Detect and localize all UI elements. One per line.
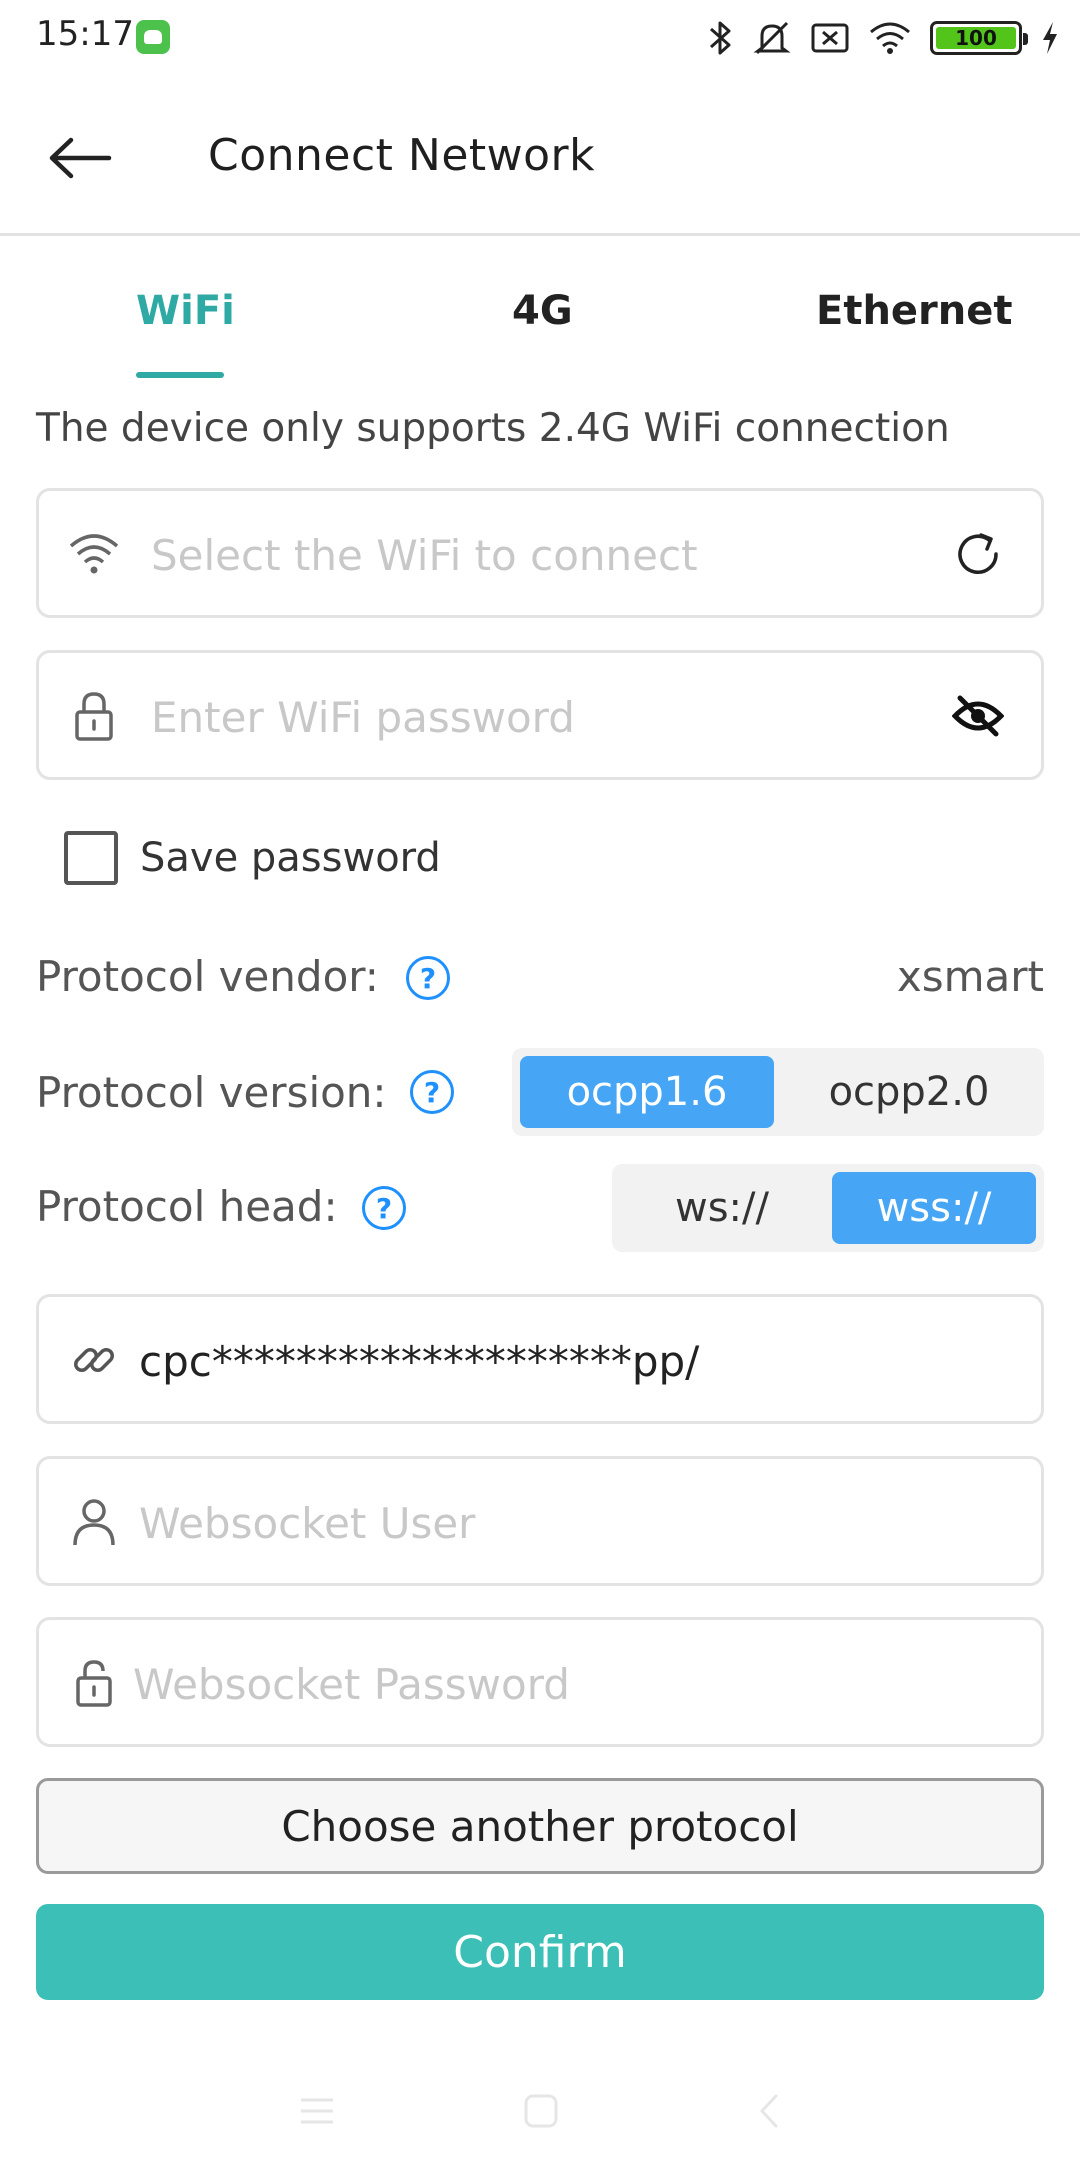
page-title: Connect Network <box>208 130 596 181</box>
refresh-icon[interactable] <box>949 525 1007 583</box>
protocol-version-label: Protocol version: <box>36 1068 387 1117</box>
version-option-ocpp16[interactable]: ocpp1.6 <box>520 1056 774 1128</box>
status-time: 15:17 <box>36 14 134 54</box>
app-header: Connect Network <box>0 80 1080 236</box>
system-nav-bar <box>0 2060 1080 2160</box>
sim-off-icon <box>811 23 849 53</box>
protocol-vendor-label: Protocol vendor: <box>36 952 379 1001</box>
version-option-ocpp20[interactable]: ocpp2.0 <box>782 1056 1036 1128</box>
server-url-value: cpc********************pp/ <box>139 1337 700 1386</box>
save-password-checkbox[interactable] <box>64 831 118 885</box>
back-button[interactable] <box>40 122 120 194</box>
connection-tabs: WiFi 4G Ethernet <box>0 260 1080 382</box>
vendor-help-icon[interactable]: ? <box>406 956 450 1000</box>
eye-hidden-icon[interactable] <box>949 687 1007 745</box>
wifi-select-field[interactable]: Select the WiFi to connect <box>36 488 1044 618</box>
link-icon <box>67 1333 121 1387</box>
wifi-notice: The device only supports 2.4G WiFi conne… <box>36 406 950 451</box>
app-notification-icon <box>136 20 170 54</box>
wifi-password-field[interactable]: Enter WiFi password <box>36 650 1044 780</box>
version-help-icon[interactable]: ? <box>410 1070 454 1114</box>
lock-icon <box>67 689 121 743</box>
menu-nav-icon[interactable] <box>282 2076 352 2146</box>
confirm-button[interactable]: Confirm <box>36 1904 1044 2000</box>
head-option-ws[interactable]: ws:// <box>620 1172 824 1244</box>
protocol-head-label: Protocol head: <box>36 1182 338 1231</box>
wifi-signal-icon <box>870 22 910 54</box>
status-bar: 15:17 100 <box>0 0 1080 76</box>
battery-level: 100 <box>955 26 997 50</box>
user-icon <box>67 1495 121 1549</box>
tab-wifi[interactable]: WiFi <box>136 288 235 334</box>
save-password-row[interactable]: Save password <box>64 830 441 886</box>
back-arrow-icon <box>49 137 112 179</box>
wifi-select-placeholder: Select the WiFi to connect <box>151 531 698 580</box>
tab-4g[interactable]: 4G <box>512 288 573 334</box>
tab-ethernet[interactable]: Ethernet <box>816 288 1013 334</box>
bluetooth-icon <box>710 21 731 55</box>
wifi-icon <box>67 527 121 581</box>
home-nav-icon[interactable] <box>506 2076 576 2146</box>
active-tab-indicator <box>136 372 224 378</box>
status-icons: 100 <box>708 16 1060 60</box>
websocket-password-placeholder: Websocket Password <box>133 1660 570 1709</box>
protocol-vendor-value: xsmart <box>896 952 1044 1001</box>
websocket-user-field[interactable]: Websocket User <box>36 1456 1044 1586</box>
wifi-password-placeholder: Enter WiFi password <box>151 693 575 742</box>
protocol-head-selector: ws:// wss:// <box>612 1164 1044 1252</box>
websocket-user-placeholder: Websocket User <box>139 1499 476 1548</box>
charging-icon <box>1043 22 1057 54</box>
choose-another-protocol-button[interactable]: Choose another protocol <box>36 1778 1044 1874</box>
head-option-wss[interactable]: wss:// <box>832 1172 1036 1244</box>
save-password-label: Save password <box>140 835 441 881</box>
back-nav-icon[interactable] <box>734 2076 804 2146</box>
protocol-version-selector: ocpp1.6 ocpp2.0 <box>512 1048 1044 1136</box>
battery-icon: 100 <box>930 21 1028 55</box>
head-help-icon[interactable]: ? <box>362 1186 406 1230</box>
server-url-field[interactable]: cpc********************pp/ <box>36 1294 1044 1424</box>
unlock-icon <box>67 1656 121 1710</box>
websocket-password-field[interactable]: Websocket Password <box>36 1617 1044 1747</box>
silent-icon <box>753 21 791 55</box>
